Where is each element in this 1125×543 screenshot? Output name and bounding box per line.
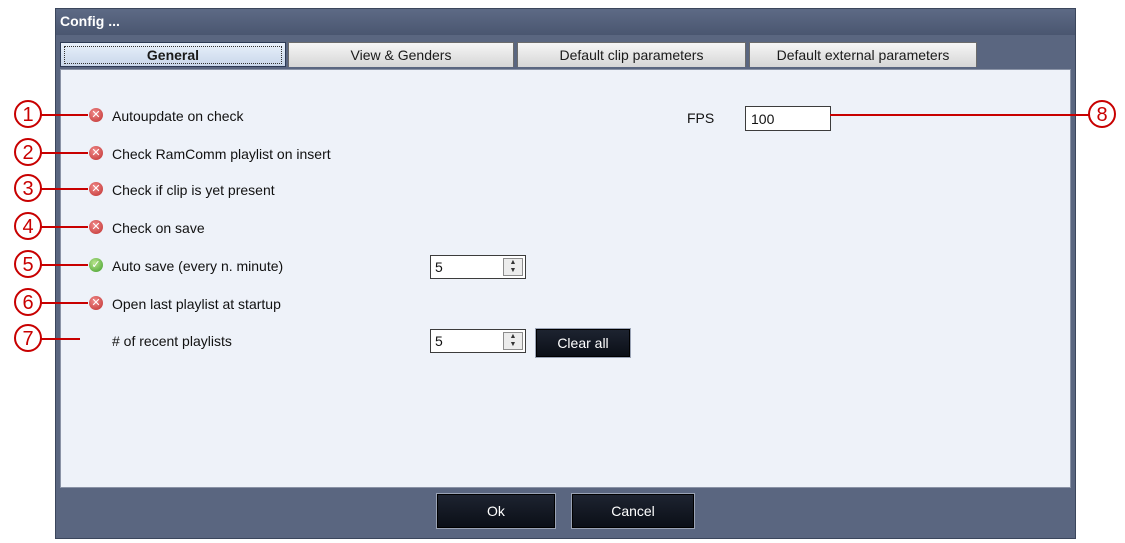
- stepper-value: 5: [435, 259, 443, 275]
- fps-label: FPS: [687, 110, 715, 126]
- arrow-down-icon[interactable]: ▼: [504, 267, 522, 275]
- tab-general[interactable]: General: [60, 42, 286, 67]
- option-label: Check RamComm playlist on insert: [112, 146, 331, 162]
- option-label: Check if clip is yet present: [112, 182, 275, 198]
- recent-playlists-stepper[interactable]: 5 ▲ ▼: [430, 329, 526, 353]
- callout-line: [40, 114, 88, 116]
- tab-strip: General View & Genders Default clip para…: [56, 35, 1075, 69]
- callout-line: [40, 338, 80, 340]
- stepper-value: 5: [435, 333, 443, 349]
- clear-all-button[interactable]: Clear all: [535, 328, 631, 358]
- callout-marker: 2: [14, 138, 42, 166]
- callout-marker: 1: [14, 100, 42, 128]
- option-label: Check on save: [112, 220, 205, 236]
- tab-label: Default external parameters: [776, 47, 950, 63]
- callout-line: [830, 114, 1092, 116]
- cancel-label: Cancel: [611, 503, 655, 519]
- option-label: Autoupdate on check: [112, 108, 244, 124]
- cancel-button[interactable]: Cancel: [571, 493, 695, 529]
- tab-label: Default clip parameters: [559, 47, 704, 63]
- fps-value: 100: [751, 111, 775, 127]
- option-label: Open last playlist at startup: [112, 296, 281, 312]
- tab-view-genders[interactable]: View & Genders: [288, 42, 514, 67]
- autosave-minutes-stepper[interactable]: 5 ▲ ▼: [430, 255, 526, 279]
- ok-button[interactable]: Ok: [436, 493, 556, 529]
- callout-line: [40, 152, 88, 154]
- tab-label: View & Genders: [350, 47, 452, 63]
- fps-input[interactable]: 100: [745, 106, 831, 131]
- window-title: Config ...: [56, 9, 1075, 35]
- tab-label: General: [146, 47, 200, 63]
- general-panel: ✕ Autoupdate on check ✕ Check RamComm pl…: [60, 69, 1071, 488]
- config-window: Config ... General View & Genders Defaul…: [55, 8, 1076, 539]
- callout-line: [40, 264, 88, 266]
- ok-label: Ok: [487, 503, 505, 519]
- stepper-arrows[interactable]: ▲ ▼: [503, 332, 523, 350]
- x-circle-icon[interactable]: ✕: [89, 296, 103, 310]
- arrow-down-icon[interactable]: ▼: [504, 341, 522, 349]
- callout-line: [40, 188, 88, 190]
- option-label: Auto save (every n. minute): [112, 258, 284, 274]
- callout-marker: 8: [1088, 100, 1116, 128]
- dialog-footer: Ok Cancel: [60, 488, 1071, 534]
- callout-marker: 4: [14, 212, 42, 240]
- x-circle-icon[interactable]: ✕: [89, 220, 103, 234]
- check-circle-icon[interactable]: ✓: [89, 258, 103, 272]
- callout-marker: 7: [14, 324, 42, 352]
- recent-playlists-label: # of recent playlists: [112, 333, 232, 349]
- tab-default-external-parameters[interactable]: Default external parameters: [749, 42, 977, 67]
- arrow-up-icon[interactable]: ▲: [504, 259, 522, 267]
- callout-line: [40, 302, 88, 304]
- stepper-arrows[interactable]: ▲ ▼: [503, 258, 523, 276]
- clear-all-label: Clear all: [557, 335, 609, 351]
- callout-marker: 6: [14, 288, 42, 316]
- x-circle-icon[interactable]: ✕: [89, 182, 103, 196]
- tab-default-clip-parameters[interactable]: Default clip parameters: [517, 42, 746, 67]
- callout-line: [40, 226, 88, 228]
- x-circle-icon[interactable]: ✕: [89, 146, 103, 160]
- arrow-up-icon[interactable]: ▲: [504, 333, 522, 341]
- x-circle-icon[interactable]: ✕: [89, 108, 103, 122]
- callout-marker: 3: [14, 174, 42, 202]
- callout-marker: 5: [14, 250, 42, 278]
